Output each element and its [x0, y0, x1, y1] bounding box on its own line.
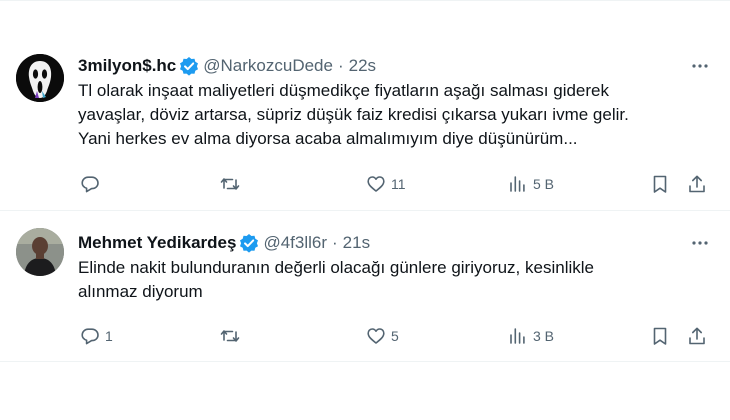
tweet-text-line: Elinde nakit bulunduranın değerli olacağ… — [78, 258, 594, 277]
scream-mask-avatar — [16, 54, 64, 102]
reply-button[interactable]: 1 — [80, 324, 113, 348]
view-count: 3 B — [533, 328, 555, 344]
share-button[interactable] — [687, 172, 707, 196]
tweet[interactable]: Mehmet Yedikardeş @4f3ll6r · 21s Elinde … — [0, 211, 730, 362]
verified-badge-icon — [239, 233, 259, 253]
timeline-top-border — [0, 0, 730, 1]
handle[interactable]: @NarkozcuDede — [203, 55, 333, 77]
more-icon[interactable] — [690, 233, 710, 253]
reply-button[interactable] — [80, 172, 105, 196]
reply-count: 1 — [105, 328, 113, 344]
handle[interactable]: @4f3ll6r — [263, 232, 327, 254]
verified-badge-icon — [179, 56, 199, 76]
share-button[interactable] — [687, 324, 707, 348]
tweet-actions: 1 5 3 B — [78, 324, 718, 348]
tweet-header: Mehmet Yedikardeş @4f3ll6r · 21s — [78, 232, 370, 254]
timestamp[interactable]: 22s — [349, 55, 376, 77]
more-icon[interactable] — [690, 56, 710, 76]
timestamp[interactable]: 21s — [343, 232, 370, 254]
bookmark-button[interactable] — [650, 324, 670, 348]
tweet-text-line: alınmaz diyorum — [78, 282, 203, 301]
like-button[interactable]: 11 — [366, 172, 406, 196]
like-button[interactable]: 5 — [366, 324, 399, 348]
views-icon — [510, 176, 525, 192]
reply-icon — [81, 328, 99, 345]
share-icon — [689, 327, 705, 345]
display-name[interactable]: 3milyon$.hc — [78, 55, 176, 77]
like-count: 11 — [391, 176, 406, 192]
bookmark-icon — [653, 327, 667, 345]
display-name[interactable]: Mehmet Yedikardeş — [78, 232, 236, 254]
reply-icon — [81, 176, 99, 193]
tweet-text-line: yavaşlar, döviz artarsa, süpriz düşük fa… — [78, 105, 629, 124]
like-count: 5 — [391, 328, 399, 344]
bookmark-button[interactable] — [650, 172, 670, 196]
tweet-header: 3milyon$.hc @NarkozcuDede · 22s — [78, 55, 376, 77]
retweet-icon — [220, 330, 240, 342]
view-count: 5 B — [533, 176, 555, 192]
views-button[interactable]: 3 B — [508, 324, 554, 348]
tweet-text: Tl olarak inşaat maliyetleri düşmedikçe … — [78, 79, 708, 151]
like-icon — [367, 176, 385, 192]
tweet[interactable]: 3milyon$.hc @NarkozcuDede · 22s Tl olara… — [0, 38, 730, 211]
views-icon — [510, 328, 525, 344]
bookmark-icon — [653, 175, 667, 193]
tweet-actions: 11 5 B — [78, 172, 718, 196]
views-button[interactable]: 5 B — [508, 172, 554, 196]
retweet-icon — [220, 178, 240, 190]
separator: · — [332, 233, 338, 252]
retweet-button[interactable] — [220, 172, 245, 196]
person-avatar — [16, 228, 64, 276]
retweet-button[interactable] — [220, 324, 245, 348]
avatar[interactable] — [16, 54, 64, 102]
like-icon — [367, 328, 385, 344]
avatar[interactable] — [16, 228, 64, 276]
tweet-text-line: Yani herkes ev alma diyorsa acaba almalı… — [78, 129, 578, 148]
tweet-text: Elinde nakit bulunduranın değerli olacağ… — [78, 256, 708, 304]
tweet-text-line: Tl olarak inşaat maliyetleri düşmedikçe … — [78, 81, 610, 100]
separator: · — [337, 56, 344, 75]
share-icon — [689, 175, 705, 193]
